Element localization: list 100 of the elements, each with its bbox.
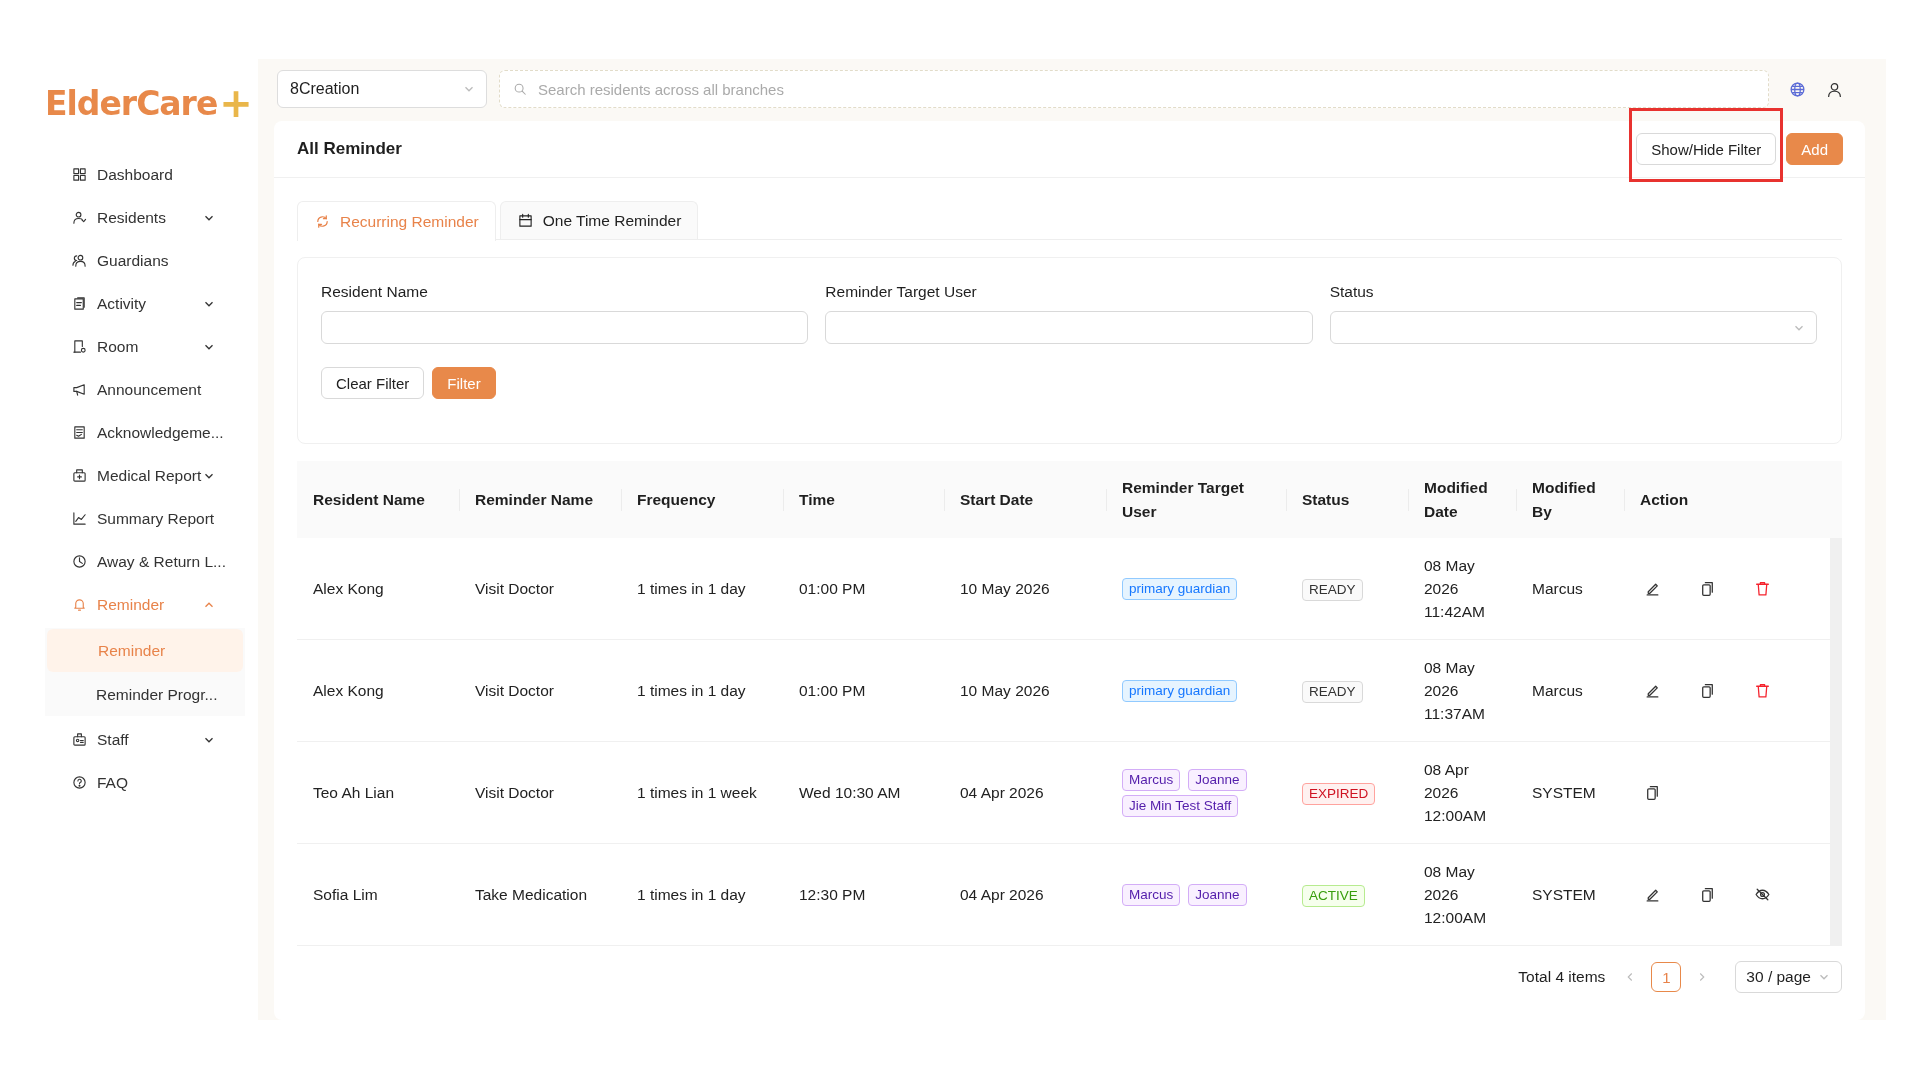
- table-cell: Marcus: [1532, 580, 1583, 597]
- status-tag: READY: [1302, 578, 1363, 601]
- copy-icon[interactable]: [1699, 886, 1716, 903]
- table-cell: 04 Apr 2026: [960, 886, 1044, 903]
- table-cell: Alex Kong: [313, 580, 384, 597]
- calendar-icon: [517, 213, 533, 228]
- user-icon[interactable]: [1826, 80, 1843, 98]
- megaphone-icon: [72, 382, 87, 397]
- person-icon: [72, 210, 87, 225]
- column-header: Reminder Target User: [1106, 461, 1286, 538]
- input-field[interactable]: [321, 311, 809, 344]
- table-cell: Visit Doctor: [475, 784, 554, 801]
- search-field[interactable]: Search residents across all branches: [499, 70, 1769, 108]
- select-field[interactable]: [1329, 311, 1817, 344]
- page-size-select[interactable]: 30 / page: [1735, 961, 1842, 993]
- column-header: Action: [1624, 461, 1842, 538]
- grid-icon: [72, 167, 87, 182]
- table-cell: 08 May 2026 11:42AM: [1424, 557, 1485, 620]
- sidebar-item[interactable]: Acknowledgeme...: [0, 411, 258, 454]
- clear-filter-button[interactable]: Clear Filter: [321, 367, 425, 399]
- door-icon: [72, 339, 87, 354]
- field-label: Status: [1329, 283, 1375, 301]
- search-icon: [513, 82, 527, 96]
- status-tag: EXPIRED: [1302, 782, 1376, 805]
- status-tag: ACTIVE: [1302, 884, 1365, 907]
- filter-toggle-button[interactable]: Show/Hide Filter: [1636, 133, 1777, 165]
- column-header: Start Date: [944, 461, 1106, 538]
- table-cell: Marcus: [1532, 682, 1583, 699]
- submenu-item[interactable]: Reminder Progr...: [45, 673, 245, 716]
- field-label: Resident Name: [321, 283, 429, 301]
- table-cell: Alex Kong: [313, 682, 384, 699]
- tag: Marcus: [1122, 768, 1181, 791]
- table-cell: Sofia Lim: [313, 886, 378, 903]
- medical-kit-icon: [72, 468, 87, 483]
- column-header: Modified By: [1516, 461, 1624, 538]
- sidebar-item[interactable]: Away & Return L...: [0, 540, 258, 583]
- delete-icon[interactable]: [1754, 580, 1771, 597]
- logo: ElderCare+: [45, 85, 252, 121]
- branch-select[interactable]: 8Creation: [277, 70, 487, 108]
- column-header: Status: [1286, 461, 1408, 538]
- tag: Joanne: [1188, 768, 1247, 791]
- column-header: Reminder Name: [459, 461, 621, 538]
- total-count: Total 4 items: [1518, 968, 1606, 986]
- document-icon: [72, 425, 87, 440]
- copy-icon[interactable]: [1699, 682, 1716, 699]
- table-cell: 08 May 2026 11:37AM: [1424, 659, 1485, 722]
- delete-icon[interactable]: [1754, 682, 1771, 699]
- disable-icon[interactable]: [1754, 886, 1771, 903]
- tag: Jie Min Test Staff: [1122, 794, 1239, 817]
- sidebar-item[interactable]: Residents: [0, 196, 258, 239]
- column-header: Modified Date: [1408, 461, 1516, 538]
- sidebar-item[interactable]: Announcement: [0, 368, 258, 411]
- copy-icon[interactable]: [1644, 784, 1661, 801]
- help-icon: [72, 775, 87, 790]
- table-cell: SYSTEM: [1532, 784, 1596, 801]
- sidebar-item[interactable]: Medical Report: [0, 454, 258, 497]
- column-header: Time: [783, 461, 944, 538]
- copy-icon[interactable]: [1699, 580, 1716, 597]
- tab[interactable]: One Time Reminder: [499, 201, 699, 239]
- line-chart-icon: [72, 511, 87, 526]
- tag: primary guardian: [1122, 577, 1238, 600]
- globe-icon[interactable]: [1789, 80, 1806, 98]
- clipboard-icon: [72, 296, 87, 311]
- tag: primary guardian: [1122, 679, 1238, 702]
- field-label: Reminder Target User: [825, 283, 978, 301]
- table-cell: Wed 10:30 AM: [799, 784, 901, 801]
- table-cell: 08 Apr 2026 12:00AM: [1424, 761, 1487, 824]
- table-cell: 1 times in 1 day: [637, 682, 746, 699]
- tag: Joanne: [1188, 883, 1247, 906]
- table-cell: 01:00 PM: [799, 682, 866, 699]
- table-cell: SYSTEM: [1532, 886, 1596, 903]
- sidebar-item[interactable]: Guardians: [0, 239, 258, 282]
- id-card-icon: [72, 732, 87, 747]
- status-tag: READY: [1302, 680, 1363, 703]
- table-cell: 01:00 PM: [799, 580, 866, 597]
- tag: Marcus: [1122, 883, 1181, 906]
- sidebar-item[interactable]: Room: [0, 325, 258, 368]
- clock-icon: [72, 554, 87, 569]
- table-cell: 1 times in 1 day: [637, 886, 746, 903]
- table-cell: 10 May 2026: [960, 580, 1050, 597]
- table-cell: Visit Doctor: [475, 682, 554, 699]
- table-cell: 04 Apr 2026: [960, 784, 1044, 801]
- people-icon: [72, 253, 87, 268]
- column-header: Frequency: [621, 461, 783, 538]
- table-cell: Take Medication: [475, 886, 587, 903]
- table-cell: Visit Doctor: [475, 580, 554, 597]
- table-cell: Teo Ah Lian: [313, 784, 394, 801]
- table-cell: 10 May 2026: [960, 682, 1050, 699]
- input-field[interactable]: [825, 311, 1313, 344]
- table-cell: 1 times in 1 week: [637, 784, 757, 801]
- page-title: All Reminder: [297, 139, 402, 159]
- sidebar-item[interactable]: FAQ: [0, 761, 258, 804]
- table-cell: 12:30 PM: [799, 886, 866, 903]
- refresh-icon: [315, 214, 330, 229]
- sidebar-item[interactable]: Activity: [0, 282, 258, 325]
- sidebar-item[interactable]: Dashboard: [0, 153, 258, 196]
- bell-icon: [72, 597, 87, 612]
- sidebar-item[interactable]: Staff: [0, 718, 258, 761]
- column-header: Resident Name: [297, 461, 459, 538]
- sidebar-item[interactable]: Summary Report: [0, 497, 258, 540]
